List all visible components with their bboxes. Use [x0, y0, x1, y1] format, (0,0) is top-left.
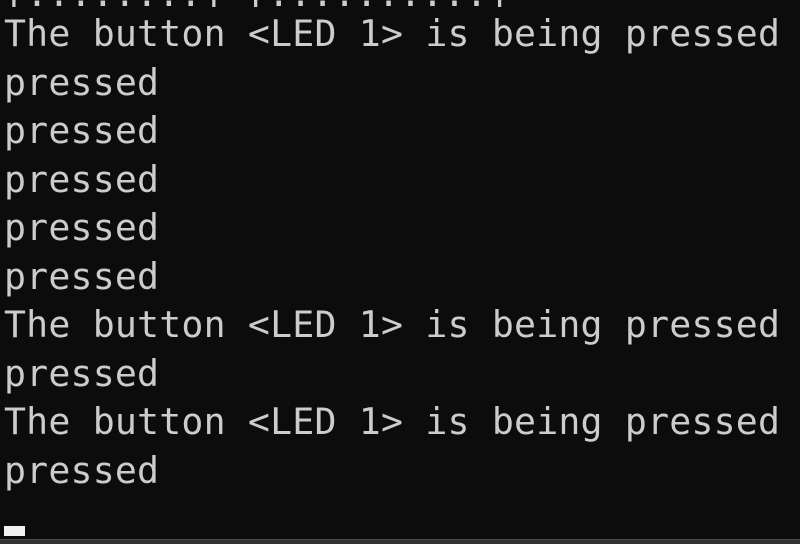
output-line: pressed [4, 206, 160, 249]
window-bottom-border [0, 539, 800, 544]
output-line: pressed [4, 351, 160, 395]
output-line: pressed [4, 448, 160, 492]
console-window[interactable]: [........] [..........] The button <LED … [0, 0, 800, 544]
output-line: pressed [4, 254, 160, 298]
console-output: The button <LED 1> is being pressed pres… [4, 10, 780, 495]
output-line: pressed [4, 157, 160, 201]
output-line: The button <LED 1> is being pressed [4, 400, 781, 443]
clipped-output-line: [........] [..........] [4, 0, 509, 7]
output-line: The button <LED 1> is being pressed [4, 303, 781, 346]
text-cursor [4, 526, 25, 536]
output-line: pressed [4, 60, 160, 104]
output-line: The button <LED 1> is being pressed [4, 12, 781, 55]
output-line: pressed [4, 109, 160, 152]
